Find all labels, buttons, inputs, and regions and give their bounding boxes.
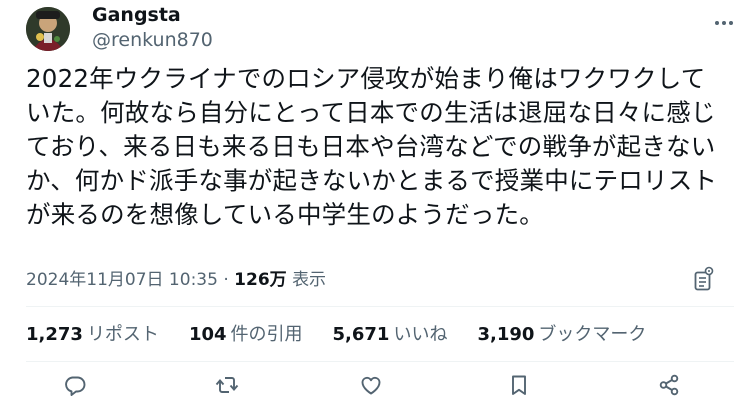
stat-label: ブックマーク xyxy=(538,324,647,345)
meta-separator: · xyxy=(223,270,229,290)
user-handle[interactable]: @renkun870 xyxy=(92,29,213,51)
tweet-text: 2022年ウクライナでのロシア侵攻が始まり俺はワクワクして いた。何故なら自分に… xyxy=(26,62,736,232)
stat-count: 5,671 xyxy=(332,324,390,345)
bookmark-icon[interactable] xyxy=(506,372,532,398)
analytics-icon[interactable] xyxy=(693,266,715,292)
tweet-line: が来るのを想像している中学生のようだった。 xyxy=(26,200,544,229)
views-label: 表示 xyxy=(292,270,327,290)
stat-count: 3,190 xyxy=(477,324,535,345)
retweet-icon[interactable] xyxy=(214,372,240,398)
reply-icon[interactable] xyxy=(62,372,88,398)
tweet-meta: 2024年11月07日 10:35 · 126万 表示 xyxy=(26,268,326,292)
timestamp[interactable]: 2024年11月07日 10:35 xyxy=(26,270,218,290)
divider xyxy=(26,361,734,362)
views-count: 126万 xyxy=(234,270,287,290)
tweet-line: ており、来る日も来る日も日本や台湾などでの戦争が起きない xyxy=(26,132,716,161)
stat-quotes[interactable]: 104 件の引用 xyxy=(189,322,303,348)
avatar[interactable] xyxy=(26,7,70,51)
tweet-line: か、何かド派手な事が起きないかとまるで授業中にテロリスト xyxy=(26,166,718,195)
more-horizontal-icon[interactable] xyxy=(713,16,735,30)
divider xyxy=(26,306,734,307)
stat-label: 件の引用 xyxy=(230,324,303,345)
stat-label: リポスト xyxy=(86,324,159,345)
user-name[interactable]: Gangsta xyxy=(92,4,181,26)
stat-count: 104 xyxy=(188,324,227,345)
stat-count: 1,273 xyxy=(26,324,83,345)
stat-label: いいね xyxy=(393,324,448,345)
tweet-line: いた。何故なら自分にとって日本での生活は退屈な日々に感じ xyxy=(26,98,716,127)
share-icon[interactable] xyxy=(656,372,682,398)
like-icon[interactable] xyxy=(358,372,384,398)
tweet-line: 2022年ウクライナでのロシア侵攻が始まり俺はワクワクして xyxy=(26,64,706,93)
engagement-stats: 1,273 リポスト 104 件の引用 5,671 いいね 3,190 ブックマーク xyxy=(26,322,676,348)
stat-likes[interactable]: 5,671 いいね xyxy=(333,322,448,348)
stat-reposts[interactable]: 1,273 リポスト xyxy=(26,322,159,348)
action-bar xyxy=(0,372,752,402)
stat-bookmarks[interactable]: 3,190 ブックマーク xyxy=(477,322,646,348)
